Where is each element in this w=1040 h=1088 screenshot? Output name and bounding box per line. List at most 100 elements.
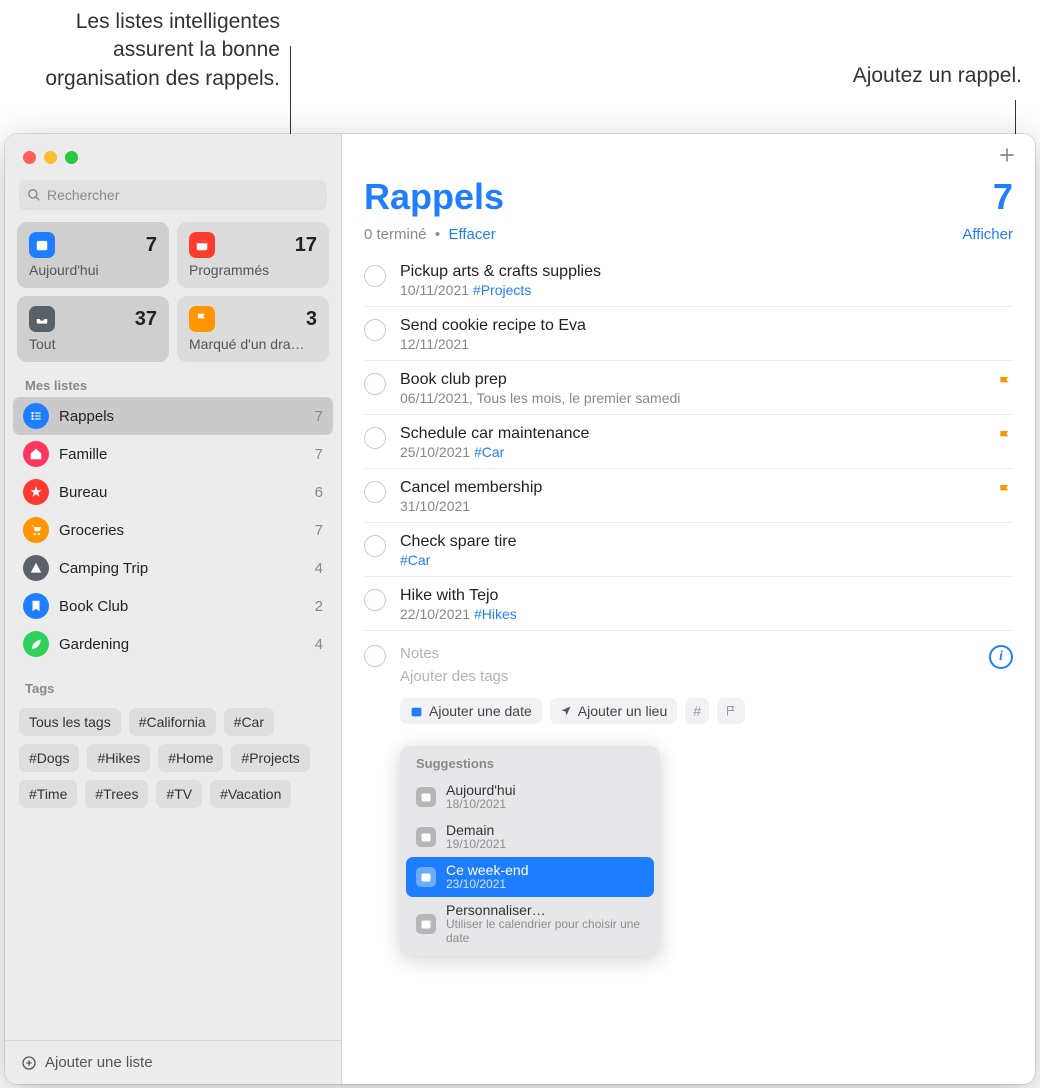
tag-chip[interactable]: #Dogs: [19, 744, 79, 772]
list-count: 6: [315, 484, 323, 501]
flag-icon: [997, 483, 1013, 499]
search-icon: [27, 188, 41, 202]
reminder-tag[interactable]: #Car: [474, 444, 504, 460]
completed-text: 0 terminé • Effacer: [364, 226, 496, 243]
reminder-row[interactable]: Check spare tire#Car: [364, 523, 1013, 577]
reminder-tag[interactable]: #Hikes: [474, 606, 517, 622]
reminder-checkbox[interactable]: [364, 535, 386, 557]
reminder-checkbox[interactable]: [364, 427, 386, 449]
details-button[interactable]: i: [989, 645, 1013, 669]
reminder-row[interactable]: Pickup arts & crafts supplies10/11/2021 …: [364, 253, 1013, 307]
tag-chip[interactable]: #Trees: [85, 780, 148, 808]
smart-today[interactable]: 7 Aujourd'hui: [17, 222, 169, 288]
tag-chip[interactable]: Tous les tags: [19, 708, 121, 736]
smart-flagged[interactable]: 3 Marqué d'un dra…: [177, 296, 329, 362]
tray-icon: [29, 306, 55, 332]
suggestion-title: Demain: [446, 822, 506, 838]
tag-chip[interactable]: #Home: [158, 744, 223, 772]
sidebar-list-item[interactable]: Book Club2: [13, 587, 333, 625]
calendar-icon: [189, 232, 215, 258]
suggestion-subtitle: Utiliser le calendrier pour choisir une …: [446, 918, 644, 946]
sidebar-list-item[interactable]: Camping Trip4: [13, 549, 333, 587]
tag-chip[interactable]: #Time: [19, 780, 77, 808]
suggestion-option[interactable]: Demain19/10/2021: [406, 817, 654, 857]
reminder-title: Book club prep: [400, 371, 983, 389]
flag-icon: [997, 375, 1013, 391]
notes-placeholder[interactable]: Notes: [400, 643, 975, 666]
sidebar-list-item[interactable]: Bureau6: [13, 473, 333, 511]
list-name: Book Club: [59, 598, 305, 615]
tag-chip[interactable]: #Car: [224, 708, 274, 736]
reminder-checkbox[interactable]: [364, 373, 386, 395]
reminder-meta: 12/11/2021: [400, 336, 1013, 352]
add-list-button[interactable]: Ajouter une liste: [5, 1040, 341, 1084]
reminder-checkbox[interactable]: [364, 645, 386, 667]
sidebar-list-item[interactable]: Rappels7: [13, 397, 333, 435]
search-placeholder: Rechercher: [47, 187, 119, 203]
close-window[interactable]: [23, 151, 36, 164]
clear-completed[interactable]: Effacer: [448, 226, 495, 243]
annotation-add: Ajoutez un rappel.: [853, 62, 1022, 90]
smart-lists: 7 Aujourd'hui 17 Programmés 37: [5, 222, 341, 374]
search-input[interactable]: Rechercher: [19, 180, 327, 210]
sidebar-list-item[interactable]: Gardening4: [13, 625, 333, 663]
add-flag-chip[interactable]: [717, 698, 745, 724]
list-icon: [23, 403, 49, 429]
show-completed[interactable]: Afficher: [962, 226, 1013, 243]
reminder-tag[interactable]: #Projects: [473, 282, 531, 298]
reminder-row[interactable]: Schedule car maintenance25/10/2021 #Car: [364, 415, 1013, 469]
tag-chip[interactable]: #Vacation: [210, 780, 291, 808]
tag-chip[interactable]: #Hikes: [87, 744, 150, 772]
suggestion-title: Personnaliser…: [446, 902, 644, 918]
flag-icon: [189, 306, 215, 332]
reminder-row[interactable]: Cancel membership31/10/2021: [364, 469, 1013, 523]
add-tags-placeholder[interactable]: Ajouter des tags: [400, 666, 975, 689]
zoom-window[interactable]: [65, 151, 78, 164]
suggestion-option[interactable]: Personnaliser…Utiliser le calendrier pou…: [406, 897, 654, 951]
add-date-chip[interactable]: Ajouter une date: [400, 698, 542, 724]
reminder-checkbox[interactable]: [364, 319, 386, 341]
list-count: 7: [315, 446, 323, 463]
suggestion-subtitle: 19/10/2021: [446, 838, 506, 852]
suggestion-option[interactable]: Aujourd'hui18/10/2021: [406, 777, 654, 817]
add-location-chip[interactable]: Ajouter un lieu: [550, 698, 678, 724]
new-reminder-row[interactable]: Notes Ajouter des tags Ajouter une date: [364, 631, 1013, 736]
smart-all[interactable]: 37 Tout: [17, 296, 169, 362]
tag-chip[interactable]: #California: [129, 708, 216, 736]
smart-all-label: Tout: [29, 336, 157, 352]
tag-chip[interactable]: #TV: [156, 780, 202, 808]
date-suggestions-popover: Suggestions Aujourd'hui18/10/2021Demain1…: [400, 746, 660, 956]
flag-icon: [997, 429, 1013, 445]
reminder-meta: 10/11/2021 #Projects: [400, 282, 1013, 298]
calendar-icon: [416, 867, 436, 887]
list-icon: [23, 631, 49, 657]
reminder-tag[interactable]: #Car: [400, 552, 430, 568]
reminder-row[interactable]: Send cookie recipe to Eva12/11/2021: [364, 307, 1013, 361]
reminder-checkbox[interactable]: [364, 589, 386, 611]
sidebar-list-item[interactable]: Groceries7: [13, 511, 333, 549]
calendar-icon: [416, 914, 436, 934]
suggestion-option[interactable]: Ce week-end23/10/2021: [406, 857, 654, 897]
reminder-row[interactable]: Hike with Tejo22/10/2021 #Hikes: [364, 577, 1013, 631]
add-list-label: Ajouter une liste: [45, 1054, 153, 1071]
list-icon: [23, 517, 49, 543]
list-name: Groceries: [59, 522, 305, 539]
smart-scheduled[interactable]: 17 Programmés: [177, 222, 329, 288]
reminder-checkbox[interactable]: [364, 265, 386, 287]
add-tag-chip[interactable]: #: [685, 698, 709, 724]
flag-icon: [725, 705, 737, 717]
reminder-checkbox[interactable]: [364, 481, 386, 503]
tags: Tous les tags#California#Car#Dogs#Hikes#…: [5, 700, 341, 816]
add-reminder-button[interactable]: [997, 145, 1017, 165]
minimize-window[interactable]: [44, 151, 57, 164]
reminder-row[interactable]: Book club prep06/11/2021, Tous les mois,…: [364, 361, 1013, 415]
smart-today-label: Aujourd'hui: [29, 262, 157, 278]
list-count: 7: [315, 408, 323, 425]
suggestion-subtitle: 18/10/2021: [446, 798, 516, 812]
tag-chip[interactable]: #Projects: [231, 744, 309, 772]
add-date-label: Ajouter une date: [429, 703, 532, 719]
list-name: Gardening: [59, 636, 305, 653]
list-count: 4: [315, 560, 323, 577]
sidebar-list-item[interactable]: Famille7: [13, 435, 333, 473]
reminder-title: Schedule car maintenance: [400, 425, 983, 443]
